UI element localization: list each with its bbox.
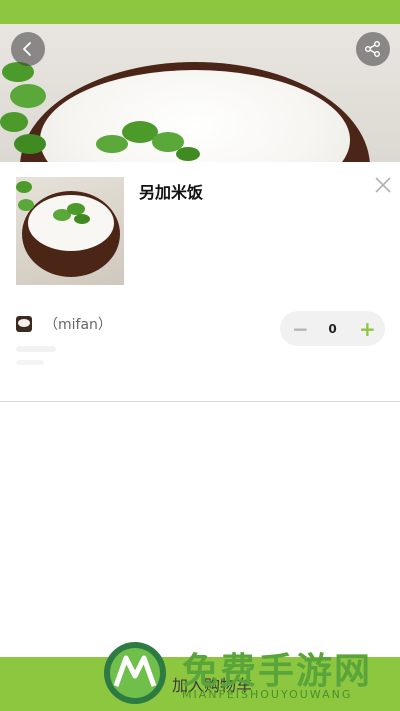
quantity-value: 0 xyxy=(328,321,337,336)
faint-text-line xyxy=(16,346,56,352)
product-sheet: 另加米饭 （mifan） − 0 + xyxy=(0,162,400,402)
status-bar xyxy=(0,0,400,24)
quantity-stepper: − 0 + xyxy=(280,311,385,346)
add-to-cart-label: 加入购物车 xyxy=(171,676,252,695)
thumbnail-parsley-left xyxy=(16,181,34,211)
close-icon[interactable] xyxy=(374,176,392,194)
back-button[interactable] xyxy=(11,32,45,66)
rice-bowl-icon xyxy=(16,316,32,332)
chevron-left-icon xyxy=(23,42,31,56)
spec-label: （mifan） xyxy=(44,317,112,333)
thumbnail-parsley-center xyxy=(53,203,90,224)
product-thumbnail xyxy=(16,177,124,285)
increment-button[interactable]: + xyxy=(359,317,376,341)
product-title: 另加米饭 xyxy=(139,183,204,202)
faint-text-line xyxy=(16,360,44,365)
share-icon xyxy=(365,41,380,57)
decrement-button[interactable]: − xyxy=(292,317,309,341)
parsley-decoration xyxy=(0,62,46,154)
share-button[interactable] xyxy=(356,32,390,66)
spec-option[interactable]: （mifan） xyxy=(16,314,112,334)
hero-image xyxy=(0,24,400,162)
add-to-cart-button[interactable]: 加入购物车 xyxy=(0,657,400,711)
parsley-on-rice xyxy=(96,121,200,161)
